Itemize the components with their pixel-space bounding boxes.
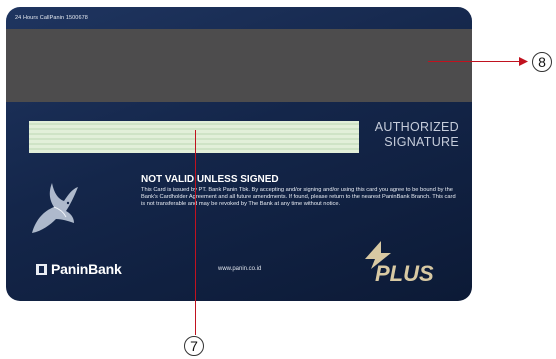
plus-network-logo: PLUS: [365, 241, 434, 286]
authorized-line-2: SIGNATURE: [384, 135, 459, 149]
bird-hologram-icon: [32, 183, 78, 233]
hotline-text: 24 Hours CallPanin 1500678: [15, 15, 88, 21]
paninbank-logo: PaninBank: [36, 261, 122, 277]
plus-wordmark: PLUS: [375, 261, 434, 286]
callout-8: 8: [532, 52, 552, 72]
authorized-signature-label: AUTHORIZED SIGNATURE: [361, 120, 459, 150]
authorized-line-1: AUTHORIZED: [374, 120, 459, 134]
paninbank-mark-icon: [36, 263, 47, 275]
website-text: www.panin.co.id: [218, 266, 262, 272]
callout-8-line: [428, 61, 524, 63]
signature-panel: [29, 121, 359, 153]
callout-7-line: [195, 130, 197, 335]
card-back: 24 Hours CallPanin 1500678 AUTHORIZED SI…: [6, 7, 472, 301]
callout-7: 7: [184, 336, 204, 356]
paninbank-name: PaninBank: [51, 261, 122, 277]
magnetic-stripe: [6, 29, 472, 102]
terms-text: This Card is issued by PT. Bank Panin Tb…: [141, 187, 456, 207]
callout-8-arrow-icon: [519, 57, 528, 66]
not-valid-heading: NOT VALID UNLESS SIGNED: [141, 174, 279, 185]
